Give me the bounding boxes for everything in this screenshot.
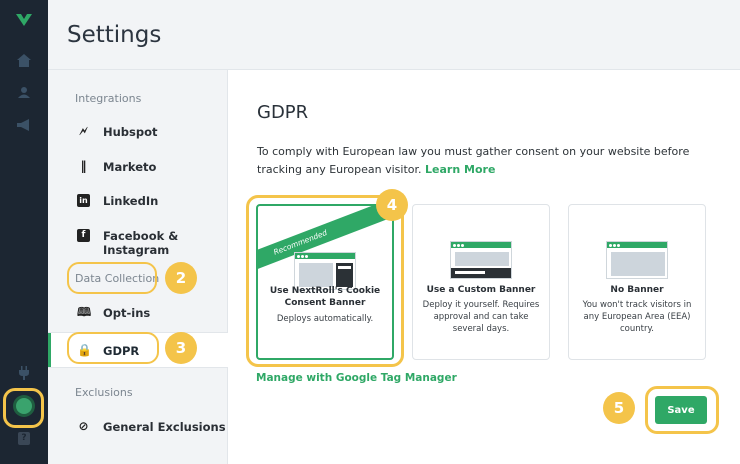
nav-heading-exclusions: Exclusions xyxy=(75,386,133,399)
section-title: GDPR xyxy=(257,102,309,123)
home-icon[interactable] xyxy=(17,54,31,67)
nav-item-opt-ins[interactable]: 🕮 Opt-ins xyxy=(48,298,228,328)
highlight-ring-settings xyxy=(3,388,44,428)
annotation-badge-4: 4 xyxy=(376,189,408,221)
help-icon[interactable]: ? xyxy=(18,432,30,445)
card-title: No Banner xyxy=(610,285,664,295)
nav-item-label: Hubspot xyxy=(103,125,158,139)
card-title: Use a Custom Banner xyxy=(426,285,536,295)
gdpr-description: To comply with European law you must gat… xyxy=(257,143,712,179)
facebook-icon: f xyxy=(77,229,90,242)
highlight-ring-data-collection xyxy=(67,262,157,294)
page-title: Settings xyxy=(67,22,162,48)
card-description: Deploy it yourself. Requires approval an… xyxy=(422,300,540,334)
learn-more-link[interactable]: Learn More xyxy=(425,163,495,176)
megaphone-icon[interactable] xyxy=(17,119,31,131)
custom-banner-illustration-icon xyxy=(450,241,512,279)
annotation-badge-5: 5 xyxy=(603,392,635,424)
nav-item-label: Opt-ins xyxy=(103,306,151,320)
linkedin-icon: in xyxy=(77,194,90,207)
nav-item-label: LinkedIn xyxy=(103,194,159,208)
no-banner-illustration-icon xyxy=(606,241,668,279)
card-description: You won't track visitors in any European… xyxy=(582,300,692,334)
hubspot-icon: 🗲 xyxy=(79,124,88,138)
nav-item-hubspot[interactable]: 🗲 Hubspot xyxy=(48,117,228,147)
google-tag-manager-link[interactable]: Manage with Google Tag Manager xyxy=(256,372,457,384)
book-icon: 🕮 xyxy=(77,305,92,319)
nav-item-linkedin[interactable]: in LinkedIn xyxy=(48,186,228,216)
block-icon: ⊘ xyxy=(78,419,89,433)
users-icon[interactable] xyxy=(17,87,31,98)
highlight-ring-save xyxy=(645,386,719,434)
nav-item-general-exclusions[interactable]: ⊘ General Exclusions xyxy=(48,412,228,442)
nav-item-label: Marketo xyxy=(103,160,157,174)
marketo-icon: ‖ xyxy=(80,159,87,173)
nav-item-facebook[interactable]: f Facebook & Instagram xyxy=(48,221,228,257)
option-card-custom-banner[interactable]: Use a Custom Banner Deploy it yourself. … xyxy=(412,204,550,360)
nav-item-label: Facebook & Instagram xyxy=(103,229,179,257)
nextroll-logo-icon[interactable] xyxy=(16,14,32,26)
option-card-no-banner[interactable]: No Banner You won't track visitors in an… xyxy=(568,204,706,360)
highlight-ring-gdpr xyxy=(67,332,159,364)
annotation-badge-2: 2 xyxy=(165,262,197,294)
nav-item-label: General Exclusions xyxy=(103,420,226,434)
plug-icon[interactable] xyxy=(19,366,29,380)
page-header: Settings xyxy=(48,0,740,70)
nav-item-marketo[interactable]: ‖ Marketo xyxy=(48,152,228,182)
highlight-ring-recommended-card xyxy=(246,195,404,367)
annotation-badge-3: 3 xyxy=(165,332,197,364)
nav-heading-integrations: Integrations xyxy=(75,92,142,105)
